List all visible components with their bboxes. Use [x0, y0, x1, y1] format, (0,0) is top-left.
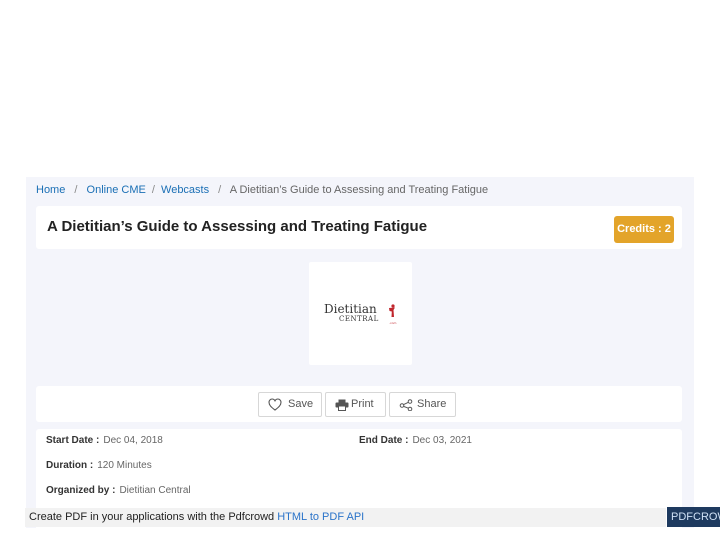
- footer-text-line: Create PDF in your applications with the…: [29, 510, 364, 525]
- breadcrumb-separator: /: [74, 184, 78, 196]
- share-button-label: Share: [417, 398, 447, 410]
- course-panel: Home / Online CME / Webcasts / A Dietiti…: [26, 177, 694, 528]
- duration-label: Duration :: [46, 460, 94, 471]
- duration-value: 120 Minutes: [97, 460, 152, 471]
- end-date-value: Dec 03, 2021: [412, 435, 472, 446]
- breadcrumb-home[interactable]: Home: [36, 184, 65, 196]
- course-logo: Dietitian CENTRAL .com: [309, 262, 412, 365]
- breadcrumb-separator: /: [218, 184, 222, 196]
- organizer-label: Organized by :: [46, 485, 116, 496]
- breadcrumb-separator: /: [151, 184, 155, 196]
- credits-badge: Credits : 2: [614, 216, 674, 243]
- logo-suffix: .com: [389, 321, 397, 325]
- logo-subtitle: CENTRAL: [339, 315, 379, 323]
- footer-link[interactable]: HTML to PDF API: [277, 511, 364, 523]
- organizer-value: Dietitian Central: [119, 485, 191, 496]
- share-icon: [399, 399, 413, 411]
- footer-brand[interactable]: PDFCROWD: [667, 507, 720, 527]
- heart-icon: [268, 398, 282, 411]
- logo-wordmark: Dietitian: [324, 302, 377, 316]
- footer-text: Create PDF in your applications with the…: [29, 511, 275, 523]
- start-date-label: Start Date :: [46, 435, 100, 446]
- start-date-row: Start Date : Dec 04, 2018: [46, 434, 163, 448]
- breadcrumb: Home / Online CME / Webcasts / A Dietiti…: [36, 182, 488, 198]
- duration-row: Duration :120 Minutes: [46, 459, 152, 473]
- breadcrumb-online-cme[interactable]: Online CME: [87, 184, 146, 196]
- logo-figure-icon: [389, 304, 395, 317]
- printer-icon: [335, 399, 349, 411]
- pdf-footer: Create PDF in your applications with the…: [25, 508, 666, 527]
- action-bar: Save Print Share: [36, 386, 682, 422]
- organizer-row: Organized by : Dietitian Central: [46, 484, 191, 498]
- print-button[interactable]: Print: [325, 392, 386, 417]
- page-title: A Dietitian’s Guide to Assessing and Tre…: [47, 218, 428, 235]
- save-button-label: Save: [288, 398, 314, 410]
- breadcrumb-webcasts[interactable]: Webcasts: [161, 184, 209, 196]
- print-button-label: Print: [351, 398, 374, 410]
- breadcrumb-current: A Dietitian’s Guide to Assessing and Tre…: [229, 184, 489, 196]
- end-date-row: End Date : Dec 03, 2021: [359, 434, 472, 448]
- end-date-label: End Date :: [359, 435, 409, 446]
- title-card: A Dietitian’s Guide to Assessing and Tre…: [36, 206, 682, 249]
- start-date-value: Dec 04, 2018: [103, 435, 163, 446]
- save-button[interactable]: Save: [258, 392, 322, 417]
- share-button[interactable]: Share: [389, 392, 456, 417]
